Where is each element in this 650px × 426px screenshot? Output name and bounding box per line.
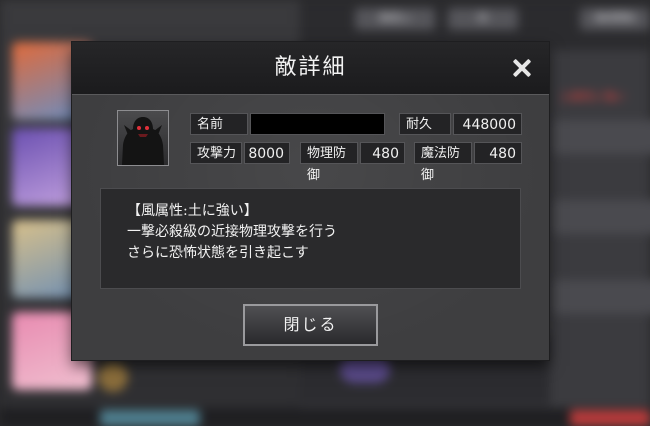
- description-line: さらに恐怖状態を引き起こす: [127, 245, 309, 261]
- background-bottom-button: [100, 410, 200, 426]
- hp-value: 448000: [453, 113, 522, 135]
- physical-defense-value: 480: [360, 142, 405, 164]
- background-top-button: 編成Lv: [355, 8, 435, 30]
- dialog-title: 敵詳細: [274, 55, 347, 80]
- background-gold-icon: [98, 362, 128, 392]
- dark-creature-portrait-icon: [117, 110, 169, 166]
- description-line: 一撃必殺級の近接物理攻撃を行う: [127, 224, 337, 240]
- background-row: [552, 200, 650, 234]
- background-bottom-button: [570, 410, 650, 426]
- close-button[interactable]: 閉じる: [243, 304, 378, 346]
- description-line: 【風属性:土に強い】: [127, 203, 258, 219]
- background-top-button: 絞: [448, 8, 518, 30]
- magic-defense-value: 480: [474, 142, 522, 164]
- stat-row-name: 名前 耐久 448000: [190, 113, 522, 135]
- background-bottom-strip: [0, 408, 650, 426]
- background-row: [552, 120, 650, 154]
- name-label: 名前: [190, 113, 248, 135]
- stat-row-defense: 攻撃力 8000 物理防御 480 魔法防御 480: [190, 142, 522, 183]
- creature-silhouette-icon: [122, 117, 164, 165]
- close-x-icon[interactable]: [508, 54, 536, 82]
- hp-label: 耐久: [399, 113, 451, 135]
- magic-defense-label: 魔法防御: [414, 142, 472, 183]
- attack-value: 8000: [244, 142, 290, 164]
- game-screen: 編成Lv 絞 編成開始 土属性に強い 敵詳細 名前 耐久 448000 攻撃力 …: [0, 0, 650, 426]
- background-red-text: 土属性に強い: [560, 90, 626, 103]
- enemy-detail-dialog: 敵詳細 名前 耐久 448000 攻撃力 8000 物理防御 480 魔法防御 …: [72, 42, 549, 360]
- background-top-button: 編成開始: [580, 8, 650, 30]
- enemy-description: 【風属性:土に強い】 一撃必殺級の近接物理攻撃を行う さらに恐怖状態を引き起こす: [100, 188, 521, 289]
- attack-label: 攻撃力: [190, 142, 242, 164]
- background-row: [552, 280, 650, 314]
- physical-defense-label: 物理防御: [300, 142, 358, 183]
- name-value-redacted: [250, 113, 385, 135]
